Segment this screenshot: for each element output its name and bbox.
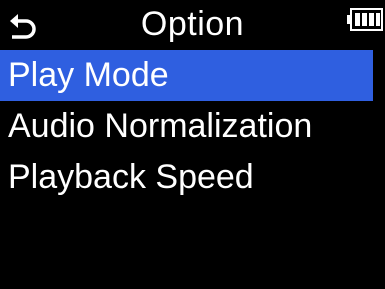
battery-indicator (347, 8, 383, 32)
device-screen: Option Play Mode Audio Normalization Pla… (0, 0, 385, 289)
menu-item-playback-speed[interactable]: Playback Speed (0, 152, 385, 203)
page-title: Option (140, 5, 245, 43)
battery-full-icon (347, 8, 383, 32)
menu-item-audio-normalization[interactable]: Audio Normalization (0, 101, 385, 152)
menu-item-play-mode[interactable]: Play Mode (0, 50, 373, 101)
option-menu: Play Mode Audio Normalization Playback S… (0, 50, 385, 203)
header-bar: Option (0, 0, 385, 48)
